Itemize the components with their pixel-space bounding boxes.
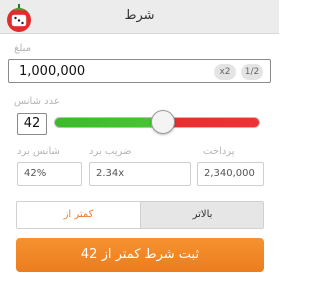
direction-toggle: کمتر از بالاتر — [16, 201, 264, 229]
amount-input[interactable]: 1,000,000 x2 1/2 — [8, 59, 271, 83]
payout-field: 2,340,000 — [197, 162, 264, 186]
amount-value: 1,000,000 — [19, 64, 86, 79]
over-option[interactable]: بالاتر — [140, 202, 263, 228]
amount-label: مبلغ — [14, 43, 32, 54]
place-bet-button[interactable]: ثبت شرط کمتر از 42 — [16, 238, 264, 272]
multiplier-label: ضریب برد — [89, 146, 132, 157]
chance-slider-thumb[interactable] — [150, 110, 175, 134]
payout-label: پرداخت — [203, 146, 235, 157]
header-bar: شرط — [0, 0, 279, 34]
chance-label: عدد شانس — [14, 96, 60, 107]
under-option[interactable]: کمتر از — [17, 202, 140, 228]
header-title: شرط — [124, 8, 155, 23]
multiplier-field: 2.34x — [89, 162, 191, 186]
half-amount-button[interactable]: 1/2 — [241, 64, 263, 80]
win-chance-field: 42% — [17, 162, 82, 186]
win-chance-label: شانس برد — [17, 146, 60, 157]
chance-input[interactable]: 42 — [17, 113, 47, 135]
double-amount-button[interactable]: x2 — [214, 64, 236, 80]
